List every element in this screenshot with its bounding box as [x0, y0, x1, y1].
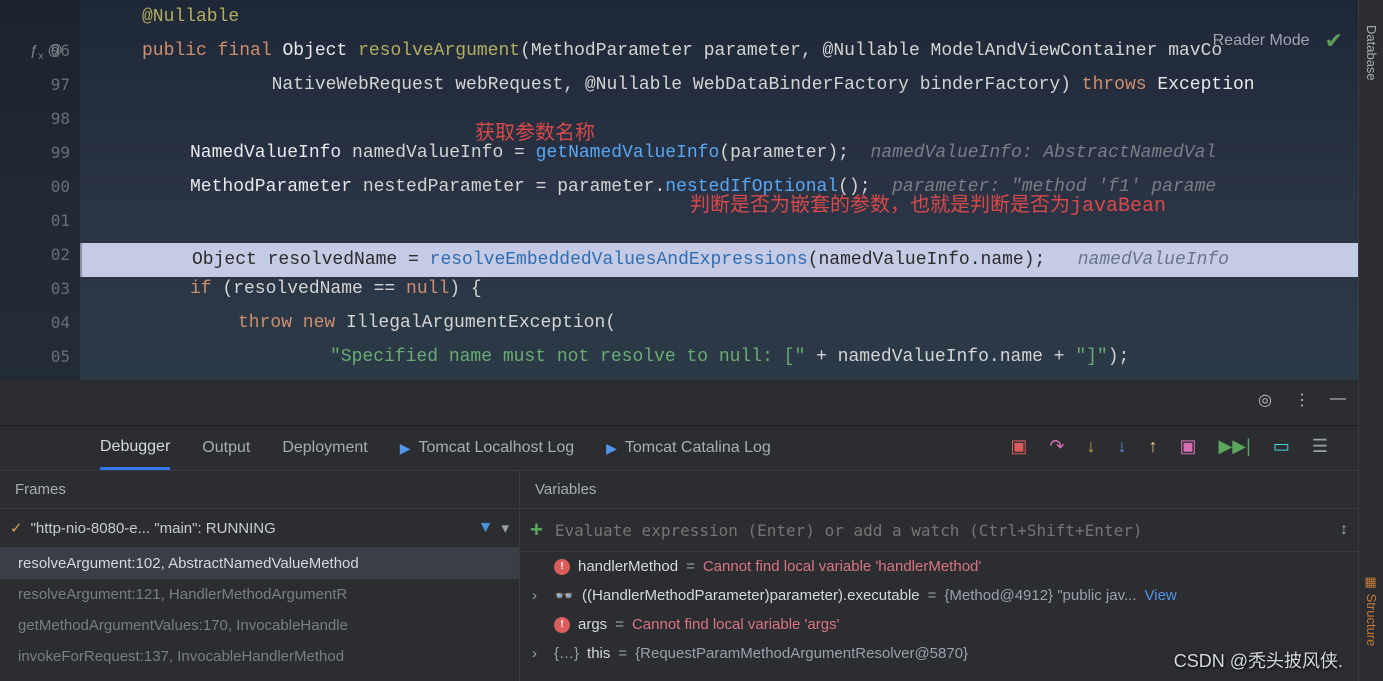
filter-icon[interactable]: ▼: [478, 519, 494, 537]
add-watch-icon[interactable]: +: [530, 517, 543, 543]
more-icon[interactable]: ⋮: [1294, 390, 1312, 408]
threadlist-icon[interactable]: ☰: [1312, 436, 1328, 457]
var-name: ((HandlerMethodParameter)parameter).exec…: [582, 587, 920, 604]
drop-frame-icon[interactable]: ▣: [1179, 436, 1196, 457]
minimize-icon[interactable]: —: [1330, 390, 1348, 408]
show-execution-point-icon[interactable]: ▣: [1010, 436, 1027, 457]
expand-icon[interactable]: ›: [532, 645, 546, 662]
code-line: @Nullable: [80, 0, 1358, 34]
watch-icon: 👓: [554, 589, 574, 603]
frames-pane: Frames ✓ "http-nio-8080-e... "main": RUN…: [0, 471, 520, 681]
gutter-line: 98: [0, 102, 70, 136]
var-value: {RequestParamMethodArgumentResolver@5870…: [635, 645, 968, 662]
debug-panel: Debugger Output Deployment ▶ Tomcat Loca…: [0, 425, 1358, 681]
gutter-line: 02: [0, 238, 70, 272]
code-line: NamedValueInfo namedValueInfo = getNamed…: [80, 136, 1358, 170]
debug-panel-body: Frames ✓ "http-nio-8080-e... "main": RUN…: [0, 471, 1358, 681]
evaluate-icon[interactable]: ▭: [1273, 436, 1290, 457]
code-body[interactable]: @Nullable public final Object resolveArg…: [80, 0, 1358, 380]
debug-panel-tabs: Debugger Output Deployment ▶ Tomcat Loca…: [0, 426, 1358, 471]
database-tool-button[interactable]: Database: [1359, 20, 1383, 86]
gutter-line: 05: [0, 340, 70, 374]
step-into-icon[interactable]: ↓: [1086, 436, 1095, 457]
view-link[interactable]: View: [1145, 587, 1177, 604]
reader-mode-toggle[interactable]: Reader Mode ✔: [1213, 28, 1343, 54]
thread-label: "http-nio-8080-e... "main": RUNNING: [31, 520, 470, 537]
tab-debugger[interactable]: Debugger: [100, 426, 170, 470]
error-icon: !: [554, 617, 570, 633]
check-icon: ✔: [1325, 28, 1343, 54]
chevron-down-icon[interactable]: ▾: [501, 519, 509, 537]
var-value: {Method@4912} "public jav...: [944, 587, 1136, 604]
force-step-into-icon[interactable]: ↓: [1117, 436, 1126, 457]
tab-tomcat-localhost-log[interactable]: ▶ Tomcat Localhost Log: [400, 426, 574, 470]
error-icon: !: [554, 559, 570, 575]
gutter-line: 99: [0, 136, 70, 170]
annotation-red: 获取参数名称: [475, 118, 595, 152]
variables-header: Variables: [520, 471, 1358, 509]
var-name: handlerMethod: [578, 558, 678, 575]
log-icon: ▶: [606, 440, 617, 457]
variable-row[interactable]: ! handlerMethod = Cannot find local vari…: [520, 552, 1358, 581]
run-to-cursor-icon[interactable]: ▶▶|: [1218, 436, 1250, 457]
right-toolwindow-bar: Database ▦ Structure: [1358, 0, 1383, 681]
frames-header: Frames: [0, 471, 519, 509]
variable-row[interactable]: › 👓 ((HandlerMethodParameter)parameter).…: [520, 581, 1358, 610]
gutter-line: [0, 0, 70, 34]
breakpoint-current-line: Object resolvedName = resolveEmbeddedVal…: [80, 243, 1358, 277]
frame-item[interactable]: getMethodArgumentValues:170, InvocableHa…: [0, 610, 519, 641]
code-line: NativeWebRequest webRequest, @Nullable W…: [80, 68, 1358, 102]
editor-area: 96 97 98 99 00 01 02 03 04 05 ƒx @ @Null…: [0, 0, 1358, 380]
annotation-red: 判断是否为嵌套的参数，也就是判断是否为javaBean: [690, 190, 1166, 224]
gutter-line: 01: [0, 204, 70, 238]
tab-tomcat-catalina-log[interactable]: ▶ Tomcat Catalina Log: [606, 426, 771, 470]
step-over-icon[interactable]: ↷: [1049, 436, 1064, 457]
gutter-line: 97: [0, 68, 70, 102]
panel-controls: ◎ ⋮ —: [1258, 390, 1348, 408]
code-line: throw new IllegalArgumentException(: [80, 306, 1358, 340]
reader-mode-label: Reader Mode: [1213, 32, 1310, 50]
code-line: if (resolvedName == null) {: [80, 272, 1358, 306]
frame-item[interactable]: invokeForRequest:137, InvocableHandlerMe…: [0, 641, 519, 672]
gutter-line: 03: [0, 272, 70, 306]
evaluate-bar: + ↕: [520, 509, 1358, 552]
evaluate-input[interactable]: [555, 521, 1328, 540]
variable-row[interactable]: ! args = Cannot find local variable 'arg…: [520, 610, 1358, 639]
tab-deployment[interactable]: Deployment: [282, 426, 367, 470]
gutter-method-icon[interactable]: ƒx @: [30, 42, 63, 62]
gutter-line: 04: [0, 306, 70, 340]
code-line: "Specified name must not resolve to null…: [80, 340, 1358, 374]
var-value: Cannot find local variable 'handlerMetho…: [703, 558, 981, 575]
structure-tool-button[interactable]: ▦ Structure: [1360, 570, 1383, 651]
target-icon[interactable]: ◎: [1258, 390, 1276, 408]
check-icon: ✓: [10, 519, 23, 537]
frame-item[interactable]: resolveArgument:121, HandlerMethodArgume…: [0, 579, 519, 610]
expand-icon[interactable]: ›: [532, 587, 546, 604]
gutter-line: 00: [0, 170, 70, 204]
step-out-icon[interactable]: ↑: [1148, 436, 1157, 457]
code-line: public final Object resolveArgument(Meth…: [80, 34, 1358, 68]
debug-toolbar: ▣ ↷ ↓ ↓ ↑ ▣ ▶▶| ▭ ☰: [1010, 436, 1328, 457]
var-value: Cannot find local variable 'args': [632, 616, 840, 633]
log-icon: ▶: [400, 440, 411, 457]
var-name: this: [587, 645, 610, 662]
code-line: [80, 102, 1358, 136]
tab-output[interactable]: Output: [202, 426, 250, 470]
frame-item[interactable]: resolveArgument:102, AbstractNamedValueM…: [0, 548, 519, 579]
watermark: CSDN @秃头披风侠.: [1174, 647, 1343, 673]
sort-icon[interactable]: ↕: [1340, 521, 1348, 539]
thread-selector[interactable]: ✓ "http-nio-8080-e... "main": RUNNING ▼ …: [0, 509, 519, 548]
var-name: args: [578, 616, 607, 633]
object-icon: {…}: [554, 645, 579, 662]
